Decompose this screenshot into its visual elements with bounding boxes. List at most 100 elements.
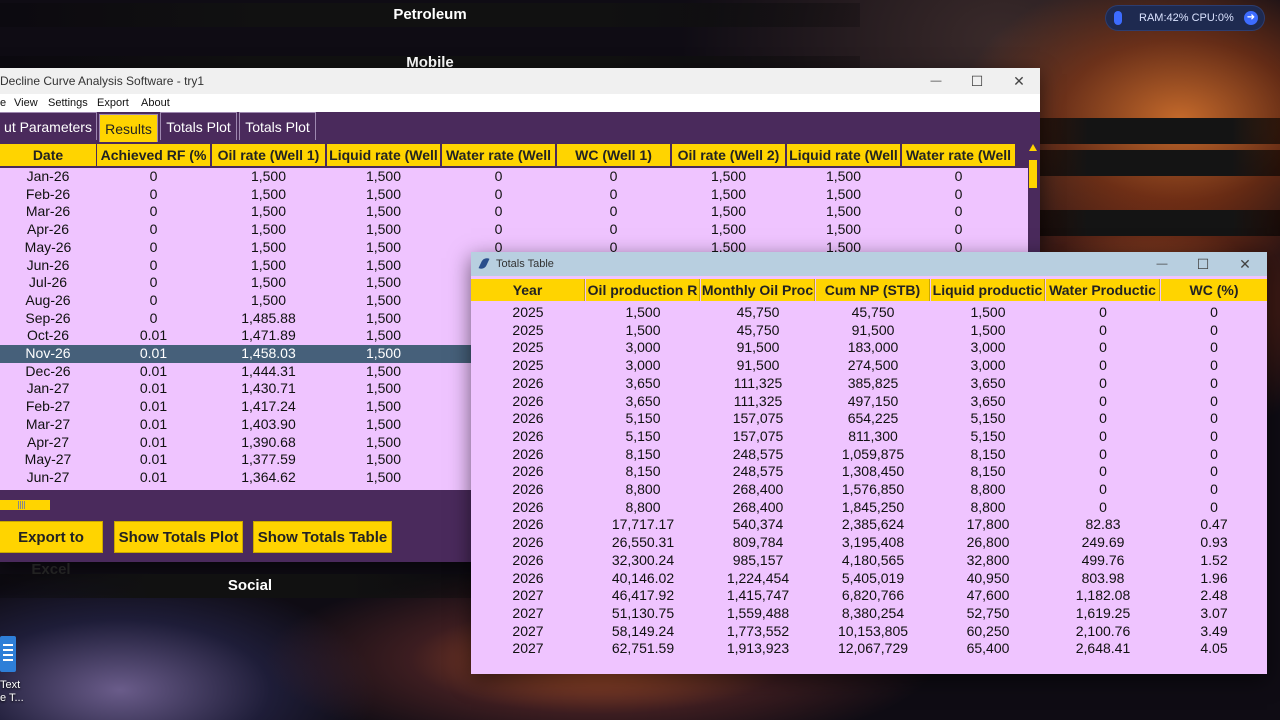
table-row[interactable]: 2026 5,150 157,075 654,225 5,150 0 0: [471, 410, 1267, 428]
table-row[interactable]: Feb-26 0 1,500 1,500 0 0 1,500 1,500 0: [0, 186, 1028, 204]
col-header-oil-rate-well1[interactable]: Oil rate (Well 1): [212, 144, 325, 166]
cell-water-rate-well1: 0: [494, 203, 503, 220]
totals-minimize-button[interactable]: —: [1141, 252, 1183, 276]
table-row[interactable]: 2026 8,150 248,575 1,308,450 8,150 0 0: [471, 463, 1267, 481]
table-row[interactable]: 2026 8,800 268,400 1,576,850 8,800 0 0: [471, 481, 1267, 499]
table-row[interactable]: Jan-26 0 1,500 1,500 0 0 1,500 1,500 0: [0, 168, 1028, 186]
menu-export[interactable]: Export: [97, 94, 129, 112]
table-row[interactable]: 2026 40,146.02 1,224,454 5,405,019 40,950 803…: [471, 570, 1267, 588]
cell-wc: 0: [1210, 445, 1218, 462]
cell-wc: 1.96: [1200, 569, 1228, 586]
col-header-achieved-rf[interactable]: Achieved RF (%: [97, 144, 210, 166]
col-header-year[interactable]: Year: [471, 279, 585, 301]
cell-liquid-rate-well1: 1,500: [365, 451, 402, 468]
cell-oil-rate-well1: 1,364.62: [241, 468, 296, 485]
col-header-cum-np[interactable]: Cum NP (STB): [816, 279, 930, 301]
table-row[interactable]: 2026 3,650 111,325 497,150 3,650 0 0: [471, 393, 1267, 411]
col-header-wc[interactable]: WC (%): [1161, 279, 1267, 301]
col-header-water-rate-well1[interactable]: Water rate (Well: [442, 144, 555, 166]
table-row[interactable]: 2026 5,150 157,075 811,300 5,150 0 0: [471, 428, 1267, 446]
col-header-wc-well1[interactable]: WC (Well 1): [557, 144, 670, 166]
show-totals-table-button[interactable]: Show Totals Table: [253, 521, 392, 553]
feather-icon: [478, 256, 490, 271]
totals-close-button[interactable]: ✕: [1224, 252, 1266, 276]
main-titlebar[interactable]: Decline Curve Analysis Software - try1 —…: [0, 68, 1040, 94]
arrow-right-icon[interactable]: ➜: [1244, 11, 1258, 25]
cell-oil-rate-well1: 1,500: [250, 238, 287, 255]
table-row[interactable]: 2026 3,650 111,325 385,825 3,650 0 0: [471, 375, 1267, 393]
col-header-monthly-oil-production[interactable]: Monthly Oil Proc: [701, 279, 815, 301]
cell-wc: 0: [1210, 339, 1218, 356]
cell-water-production: 0: [1099, 410, 1107, 427]
col-header-liquid-production[interactable]: Liquid productic: [931, 279, 1045, 301]
col-header-liquid-rate-well2[interactable]: Liquid rate (Well: [787, 144, 900, 166]
cell-oil-production-rate: 8,800: [625, 498, 661, 515]
cell-achieved-rf: 0: [149, 238, 158, 255]
cell-wc: 2.48: [1200, 587, 1228, 604]
social-widget: Social: [0, 574, 500, 598]
table-row[interactable]: 2027 58,149.24 1,773,552 10,153,805 60,250 2,…: [471, 623, 1267, 641]
cell-cum-np: 3,195,408: [841, 534, 905, 551]
results-horizontal-scrollbar[interactable]: [0, 500, 50, 510]
table-row[interactable]: 2027 62,751.59 1,913,923 12,067,729 65,400 2,…: [471, 640, 1267, 658]
cell-date: Jun-27: [26, 468, 70, 485]
table-row[interactable]: 2025 1,500 45,750 45,750 1,500 0 0: [471, 304, 1267, 322]
table-row[interactable]: 2026 32,300.24 985,157 4,180,565 32,800 499.7…: [471, 552, 1267, 570]
cell-liquid-production: 17,800: [966, 516, 1010, 533]
export-to-excel-button[interactable]: Export to Excel: [0, 521, 103, 578]
menu-file[interactable]: e: [0, 94, 6, 112]
col-header-date[interactable]: Date: [0, 144, 96, 166]
tab-totals-plot[interactable]: Totals Plot: [160, 112, 237, 140]
totals-maximize-button[interactable]: ☐: [1182, 252, 1224, 276]
scroll-up-icon[interactable]: [1029, 144, 1037, 151]
cell-wc: 0: [1210, 498, 1218, 515]
cell-wc: 0: [1210, 427, 1218, 444]
cell-wc: 3.07: [1200, 604, 1228, 621]
document-icon: [0, 636, 16, 672]
tab-results[interactable]: Results: [99, 114, 158, 142]
table-row[interactable]: 2027 51,130.75 1,559,488 8,380,254 52,750 1,6…: [471, 605, 1267, 623]
show-totals-plot-button[interactable]: Show Totals Plot: [114, 521, 243, 553]
text-file-desktop-icon[interactable]: [0, 636, 26, 676]
close-button[interactable]: ✕: [998, 68, 1040, 94]
table-row[interactable]: 2026 26,550.31 809,784 3,195,408 26,800 249.6…: [471, 534, 1267, 552]
table-row[interactable]: Mar-26 0 1,500 1,500 0 0 1,500 1,500 0: [0, 203, 1028, 221]
table-row[interactable]: 2025 3,000 91,500 183,000 3,000 0 0: [471, 339, 1267, 357]
table-row[interactable]: 2025 3,000 91,500 274,500 3,000 0 0: [471, 357, 1267, 375]
cell-date: Aug-26: [25, 291, 71, 308]
cell-date: Jan-27: [26, 380, 70, 397]
menu-view[interactable]: View: [14, 94, 38, 112]
totals-titlebar[interactable]: Totals Table — ☐ ✕: [471, 252, 1267, 276]
table-row[interactable]: 2027 46,417.92 1,415,747 6,820,766 47,600 1,1…: [471, 587, 1267, 605]
table-row[interactable]: 2026 8,150 248,575 1,059,875 8,150 0 0: [471, 446, 1267, 464]
table-row[interactable]: 2025 1,500 45,750 91,500 1,500 0 0: [471, 322, 1267, 340]
menu-about[interactable]: About: [141, 94, 170, 112]
col-header-water-production[interactable]: Water Productic: [1046, 279, 1160, 301]
scrollbar-thumb[interactable]: [1029, 160, 1037, 188]
col-header-liquid-rate-well1[interactable]: Liquid rate (Well: [327, 144, 440, 166]
table-row[interactable]: 2026 17,717.17 540,374 2,385,624 17,800 82.83…: [471, 516, 1267, 534]
minimize-button[interactable]: —: [915, 68, 957, 94]
tab-totals-plot-2[interactable]: Totals Plot: [239, 112, 316, 140]
cell-water-production: 0: [1099, 339, 1107, 356]
cell-liquid-rate-well1: 1,500: [365, 468, 402, 485]
cell-oil-rate-well2: 1,500: [710, 221, 747, 238]
table-row[interactable]: 2026 8,800 268,400 1,845,250 8,800 0 0: [471, 499, 1267, 517]
cell-cum-np: 10,153,805: [837, 622, 909, 639]
tab-input-parameters[interactable]: ut Parameters: [0, 112, 97, 140]
maximize-button[interactable]: ☐: [956, 68, 998, 94]
col-header-oil-production-rate[interactable]: Oil production R: [586, 279, 700, 301]
cell-date: Mar-27: [25, 415, 71, 432]
menu-settings[interactable]: Settings: [48, 94, 88, 112]
cell-oil-production-rate: 3,650: [625, 392, 661, 409]
table-row[interactable]: Apr-26 0 1,500 1,500 0 0 1,500 1,500 0: [0, 221, 1028, 239]
col-header-water-rate-well2[interactable]: Water rate (Well: [902, 144, 1015, 166]
cell-achieved-rf: 0.01: [139, 398, 168, 415]
cell-water-production: 499.76: [1081, 551, 1125, 568]
system-monitor-widget[interactable]: RAM:42% CPU:0% ➜: [1106, 6, 1264, 30]
cell-monthly-oil-production: 91,500: [736, 357, 780, 374]
cell-oil-rate-well1: 1,500: [250, 256, 287, 273]
cell-date: May-27: [24, 451, 72, 468]
cell-oil-production-rate: 3,650: [625, 374, 661, 391]
col-header-oil-rate-well2[interactable]: Oil rate (Well 2): [672, 144, 785, 166]
